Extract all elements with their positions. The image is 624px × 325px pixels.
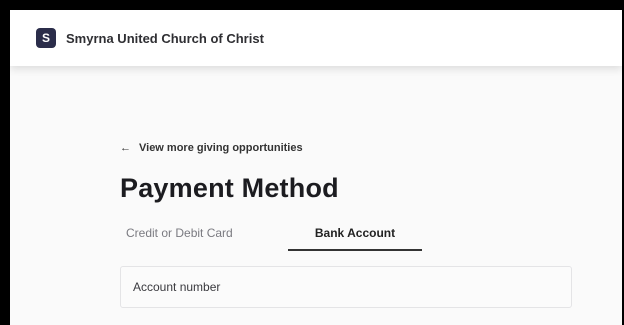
- top-header-bar: S Smyrna United Church of Christ: [10, 10, 622, 66]
- app-window: S Smyrna United Church of Christ ← View …: [10, 10, 622, 325]
- tab-bank-account[interactable]: Bank Account: [288, 223, 422, 251]
- payment-method-tabs: Credit or Debit Card Bank Account: [120, 223, 422, 251]
- church-logo-badge[interactable]: S: [36, 28, 56, 48]
- account-number-input[interactable]: [121, 267, 571, 307]
- view-more-giving-link[interactable]: ← View more giving opportunities: [120, 142, 303, 154]
- tab-credit-debit-card[interactable]: Credit or Debit Card: [126, 223, 233, 249]
- back-link-label: View more giving opportunities: [139, 142, 303, 154]
- church-name-link[interactable]: Smyrna United Church of Christ: [66, 31, 264, 46]
- page-title: Payment Method: [120, 173, 339, 203]
- arrow-left-icon: ←: [120, 142, 131, 154]
- account-number-field-container: [120, 266, 572, 308]
